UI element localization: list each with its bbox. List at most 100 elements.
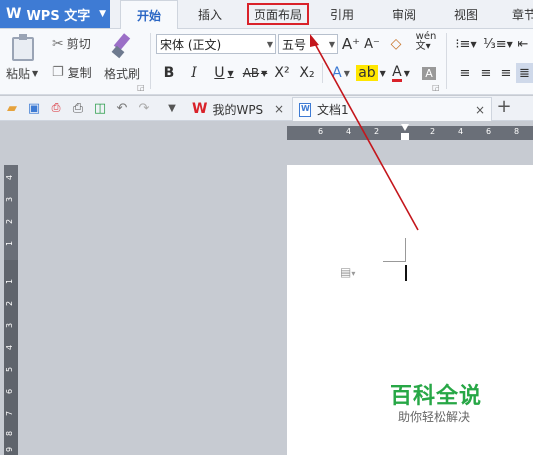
ruler-tick-label: 4 [346,127,352,136]
ruler-tick-label: 2 [5,300,15,307]
subscript-icon: X₂ [299,65,315,81]
align-left-button[interactable]: ≡ [457,63,473,83]
copy-label: 复制 [67,66,92,80]
brush-icon [110,34,132,58]
paste-label: 粘贴 [6,67,31,81]
copy-icon: ❐ [52,65,64,80]
new-tab-icon[interactable]: + [496,96,512,117]
open-folder-icon[interactable]: ▰ [4,100,20,116]
print-icon[interactable]: ⎙ [70,100,86,116]
numbered-list-icon: ⅓≡ [483,36,507,52]
strikethrough-icon: AB [242,66,260,80]
copy-button[interactable]: ❐ 复制 [52,64,92,81]
justify-button[interactable]: ≣ [516,63,533,83]
bullets-button[interactable]: ⁝≡ ▼ [452,34,480,54]
chevron-down-icon: ▼ [99,9,106,19]
tab-view[interactable]: 视图 [442,0,490,28]
cut-label: 剪切 [66,37,91,51]
indent-icon: ⇤ [517,36,529,52]
redo-icon[interactable]: ↷ [136,100,152,116]
chevron-down-icon: ▼ [328,40,335,49]
app-menu-button[interactable]: W WPS 文字 ▼ [0,0,110,28]
highlight-button[interactable]: ab ▼ [356,63,386,83]
ruler-body [287,126,533,140]
bold-button[interactable]: B [161,63,177,83]
italic-icon: I [191,65,197,81]
undo-icon[interactable]: ↶ [114,100,130,116]
italic-button[interactable]: I [186,63,202,83]
menu-bar: W WPS 文字 ▼ 开始 插入 页面布局 引用 审阅 视图 章节 [0,0,533,30]
tab-insert[interactable]: 插入 [186,0,234,28]
superscript-button[interactable]: X² [272,63,292,83]
tab-section[interactable]: 章节 [504,0,533,28]
customize-toolbar-icon[interactable]: ▼ [164,100,180,116]
shrink-font-button[interactable]: A⁻ [363,34,381,54]
clear-format-button[interactable]: ◇ [387,34,405,54]
pinyin-button[interactable]: wén 文▾ [412,32,440,52]
font-color-button[interactable]: A ▼ [388,63,414,83]
wps-logo-icon: W [6,6,22,22]
align-right-button[interactable]: ≡ [498,63,514,83]
justify-icon: ≣ [519,65,530,81]
format-painter-button[interactable] [110,34,132,58]
wps-logo-icon: W [192,101,208,117]
ruler-tick-label: 4 [5,344,15,351]
scissors-icon: ✂ [52,35,64,52]
chevron-down-icon: ▼ [266,40,273,49]
pinyin-icon: wén 文▾ [415,31,437,52]
cut-button[interactable]: ✂ 剪切 [52,35,91,52]
underline-button[interactable]: U ▼ [210,63,238,83]
ruler-tick-label: 8 [514,127,520,136]
ribbon: 粘贴 ▼ ✂ 剪切 ❐ 复制 格式刷 ◲ 宋体 (正文) ▼ 五号 ▼ A⁺ A… [0,29,533,95]
ruler-tick-label: 2 [374,127,380,136]
save-icon[interactable]: ▣ [26,100,42,116]
paragraph-options-icon[interactable]: ▤▾ [340,265,355,279]
superscript-icon: X² [274,65,290,81]
close-icon[interactable]: × [274,102,284,116]
align-center-icon: ≡ [480,65,492,81]
char-shading-button[interactable]: A [420,63,438,83]
tab-document[interactable]: 文档1 × [292,97,492,121]
horizontal-ruler[interactable]: 6 4 2 2 4 6 8 [287,124,533,142]
quick-access-bar: ▰ ▣ ⎙ ⎙ ◫ ↶ ↷ ▼ W 我的WPS × 文档1 × + [0,96,533,121]
tab-my-wps[interactable]: W 我的WPS × [186,97,288,121]
align-center-button[interactable]: ≡ [478,63,494,83]
font-name-select[interactable]: 宋体 (正文) ▼ [156,34,276,54]
font-size-select[interactable]: 五号 ▼ [278,34,338,54]
export-pdf-icon[interactable]: ⎙ [48,100,64,116]
grow-font-button[interactable]: A⁺ [342,34,360,54]
ruler-tick-label: 3 [5,196,15,203]
strikethrough-button[interactable]: AB ▼ [240,63,270,83]
text-effect-button[interactable]: A ▼ [328,63,354,83]
indent-button[interactable]: ⇤ [514,34,532,54]
paste-button[interactable] [12,34,34,61]
separator [446,33,447,89]
tab-review[interactable]: 审阅 [380,0,428,28]
format-painter-label-wrap[interactable]: 格式刷 [104,65,140,82]
font-name-value: 宋体 (正文) [160,37,222,52]
print-preview-icon[interactable]: ◫ [92,100,108,116]
indent-marker[interactable] [400,124,410,142]
ruler-tick-label: 4 [458,127,464,136]
chevron-down-icon: ▼ [32,69,39,78]
ruler-tick-label: 2 [5,218,15,225]
tab-page-layout[interactable]: 页面布局 [244,0,312,28]
ruler-tick-label: 3 [5,322,15,329]
app-name: WPS 文字 [26,8,91,24]
tab-home[interactable]: 开始 [120,0,178,30]
my-wps-label: 我的WPS [212,102,264,117]
font-color-icon: A [392,63,402,82]
subscript-button[interactable]: X₂ [297,63,317,83]
tab-references[interactable]: 引用 [318,0,366,28]
font-size-value: 五号 [282,37,307,52]
dialog-launcher-icon[interactable]: ◲ [137,83,145,92]
numbering-button[interactable]: ⅓≡ ▼ [483,34,513,54]
char-shading-icon: A [422,66,436,80]
vertical-ruler[interactable]: 4 3 2 1 1 2 3 4 5 6 7 8 9 [4,165,18,455]
dialog-launcher-icon[interactable]: ◲ [432,83,440,92]
separator [150,33,151,89]
close-icon[interactable]: × [475,103,485,117]
watermark-title: 百科全说 [390,384,483,409]
paste-label-wrap[interactable]: 粘贴 ▼ [6,65,38,82]
text-cursor [405,265,407,281]
